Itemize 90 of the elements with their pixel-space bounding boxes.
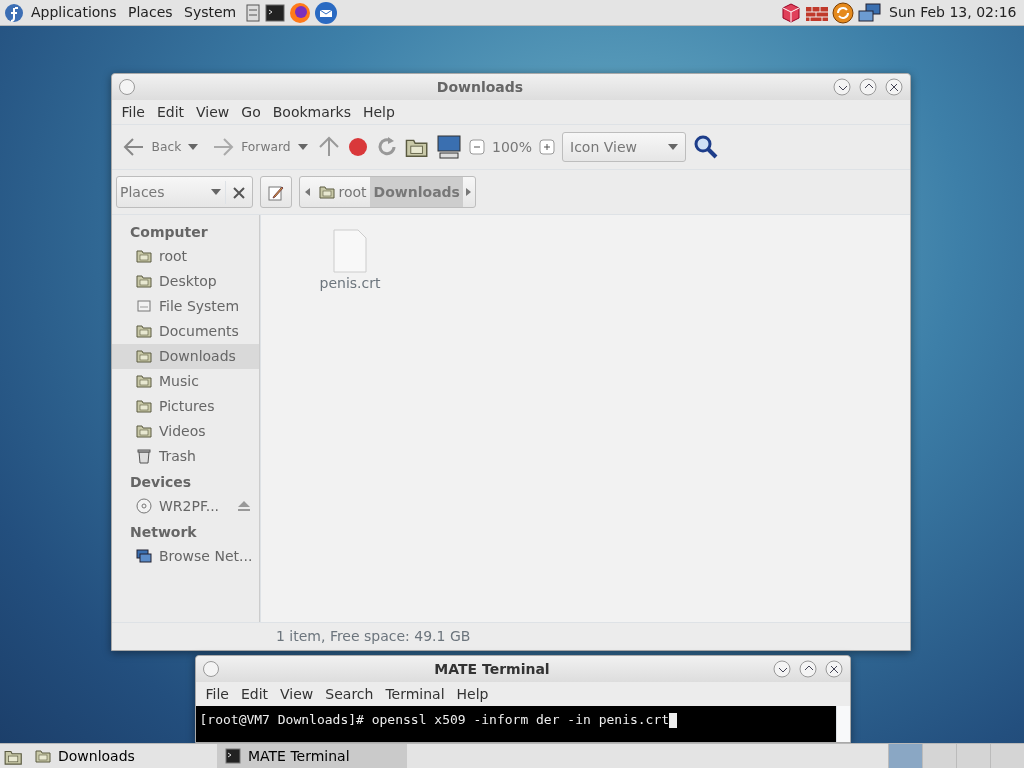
disc-icon <box>136 498 152 514</box>
sidebar-heading: Network <box>129 522 198 542</box>
pencil-icon <box>267 184 284 201</box>
sidebar-item[interactable]: Downloads <box>112 343 259 369</box>
terminal-icon <box>225 748 241 764</box>
menu-item[interactable]: Help <box>450 683 495 705</box>
update-icon[interactable] <box>832 1 855 24</box>
window-menu-button[interactable] <box>119 79 135 95</box>
file-name[interactable]: penis.crt <box>319 273 381 294</box>
sidebar-item[interactable]: File System <box>112 293 259 319</box>
back-arrow-icon <box>122 137 145 157</box>
panel-menu[interactable]: Places <box>124 2 177 23</box>
folder-icon <box>136 323 152 339</box>
sidebar-item[interactable]: Trash <box>112 443 259 469</box>
maximize-button[interactable] <box>799 660 817 678</box>
close-button[interactable] <box>885 78 903 96</box>
sidebar-item[interactable]: Pictures <box>112 393 259 419</box>
window-menu-button[interactable] <box>203 661 219 677</box>
sidebar-item[interactable]: Videos <box>112 418 259 444</box>
close-icon <box>232 186 245 199</box>
reload-icon[interactable] <box>376 136 398 158</box>
network-icon <box>136 548 152 564</box>
menu-item[interactable]: Terminal <box>379 683 451 705</box>
stop-icon[interactable] <box>347 136 369 158</box>
edit-location-button[interactable] <box>259 176 292 208</box>
clock[interactable]: Sun Feb 13, 02:16 <box>885 2 1021 23</box>
up-arrow-icon[interactable] <box>318 136 340 158</box>
window-title: Downloads <box>435 77 525 97</box>
sidebar-heading: Devices <box>129 472 193 492</box>
caret-icon <box>211 189 221 195</box>
menu-item[interactable]: Go <box>235 101 267 123</box>
menu-item[interactable]: File <box>115 101 151 123</box>
terminal-command-line: [root@VM7 Downloads]# openssl x509 -inform der -in penis.crt <box>199 711 670 727</box>
maximize-button[interactable] <box>859 78 877 96</box>
forward-arrow-icon <box>212 137 235 157</box>
caret-icon <box>297 144 308 150</box>
path-button[interactable]: root <box>315 177 371 207</box>
minimize-button[interactable] <box>773 660 791 678</box>
sidebar-item[interactable]: Desktop <box>112 268 259 294</box>
sidebar-item[interactable]: WR2PF... <box>112 493 259 519</box>
caret-icon <box>668 144 679 150</box>
folder-icon <box>35 748 51 764</box>
drive-icon <box>136 298 152 314</box>
taskbar-button[interactable]: MATE Terminal <box>217 744 407 768</box>
folder-icon <box>136 373 152 389</box>
panel-menu[interactable]: Applications <box>27 2 121 23</box>
menu-item[interactable]: Bookmarks <box>266 101 357 123</box>
menu-item[interactable]: Search <box>319 683 380 705</box>
menu-item[interactable]: File <box>199 683 235 705</box>
home-folder-icon <box>136 248 152 264</box>
terminal-icon[interactable] <box>265 3 286 22</box>
caret-icon <box>188 144 199 150</box>
folder-icon <box>136 398 152 414</box>
taskbar-button[interactable]: Downloads <box>27 744 217 768</box>
minimize-button[interactable] <box>833 78 851 96</box>
browser-icon[interactable] <box>288 1 311 24</box>
network-icon[interactable] <box>857 2 882 23</box>
zoom-out-icon[interactable] <box>469 139 485 155</box>
zoom-level: 100% <box>492 137 533 157</box>
text-cursor <box>669 712 678 728</box>
menu-item[interactable]: Help <box>356 101 401 123</box>
view-dropdown[interactable]: Icon View <box>562 132 687 162</box>
computer-icon[interactable] <box>436 135 462 159</box>
zoom-in-icon[interactable] <box>539 139 556 155</box>
back-button[interactable]: Back <box>119 133 202 161</box>
scrollbar[interactable] <box>836 706 850 742</box>
distro-logo-icon[interactable] <box>3 2 24 23</box>
folder-icon <box>136 423 152 439</box>
trash-can-icon <box>136 448 152 464</box>
sidebar-item[interactable]: Documents <box>112 318 259 344</box>
menu-item[interactable]: View <box>190 101 236 123</box>
sidebar-item[interactable]: Browse Net... <box>112 543 259 569</box>
forward-button[interactable]: Forward <box>208 133 311 161</box>
menu-item[interactable]: View <box>274 683 320 705</box>
folder-icon <box>136 348 152 364</box>
window-title: MATE Terminal <box>433 659 551 679</box>
home-folder-icon <box>319 184 335 200</box>
status-text: 1 item, Free space: 49.1 GB <box>276 627 471 646</box>
folder-icon <box>136 273 152 289</box>
package-icon[interactable] <box>781 2 802 23</box>
close-button[interactable] <box>825 660 843 678</box>
eject-icon[interactable] <box>237 500 251 512</box>
menu-item[interactable]: Edit <box>150 101 191 123</box>
sidebar-item[interactable]: Music <box>112 368 259 394</box>
panel-menu[interactable]: System <box>180 2 241 23</box>
search-icon[interactable] <box>693 134 720 160</box>
mail-client-icon[interactable] <box>314 0 339 25</box>
menu-item[interactable]: Edit <box>234 683 275 705</box>
sidebar-item[interactable]: root <box>112 243 259 269</box>
sidebar-heading: Computer <box>129 222 209 242</box>
